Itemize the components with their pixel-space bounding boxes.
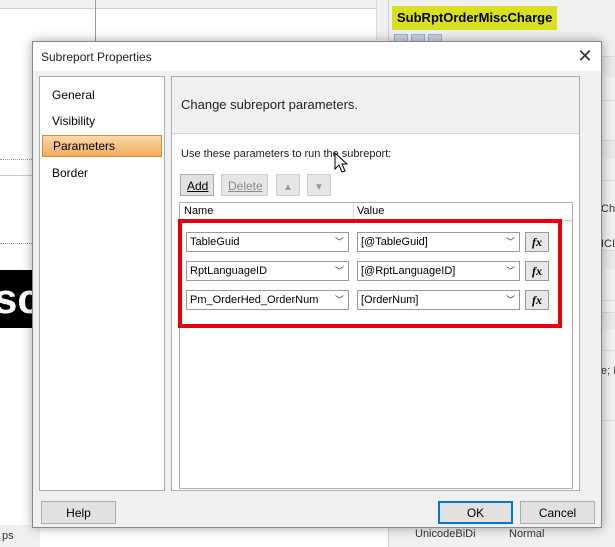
instructions-text: Use these parameters to run the subrepor… bbox=[181, 148, 392, 160]
close-icon[interactable]: ✕ bbox=[574, 45, 596, 67]
dialog-title: Subreport Properties bbox=[41, 50, 152, 64]
designer-top-strip bbox=[0, 0, 388, 9]
nav-item-general[interactable]: General bbox=[42, 84, 162, 106]
property-label-cutoff: ICI bbox=[601, 238, 615, 250]
designer-field-text: scc bbox=[0, 270, 36, 328]
delete-button-label: Delete bbox=[228, 179, 263, 193]
cancel-button[interactable]: Cancel bbox=[520, 501, 595, 524]
nav-item-visibility[interactable]: Visibility bbox=[42, 110, 162, 132]
property-label-cutoff: Cha bbox=[601, 203, 615, 215]
move-down-button[interactable]: ▼ bbox=[307, 174, 331, 196]
arrow-down-icon: ▼ bbox=[314, 182, 324, 193]
add-button-label: Add bbox=[187, 179, 209, 193]
designer-status-text: ps bbox=[0, 525, 40, 547]
move-up-button[interactable]: ▲ bbox=[276, 174, 300, 196]
column-divider[interactable] bbox=[353, 203, 354, 220]
column-header-name: Name bbox=[184, 205, 214, 217]
property-label-cutoff: e; D bbox=[601, 365, 615, 377]
properties-panel-title: SubRptOrderMiscCharge bbox=[392, 6, 558, 30]
add-button[interactable]: Add bbox=[180, 174, 214, 196]
help-button[interactable]: Help bbox=[41, 501, 116, 524]
ok-button[interactable]: OK bbox=[438, 501, 513, 524]
designer-divider bbox=[95, 0, 96, 44]
annotation-highlight-box bbox=[178, 219, 562, 328]
category-list: General Visibility Parameters Border bbox=[39, 76, 165, 491]
nav-item-border[interactable]: Border bbox=[42, 162, 162, 184]
column-header-value: Value bbox=[357, 205, 385, 217]
pane-heading: Change subreport parameters. bbox=[181, 97, 359, 112]
delete-button[interactable]: Delete bbox=[221, 174, 268, 196]
mouse-cursor-icon bbox=[334, 152, 348, 173]
nav-item-parameters[interactable]: Parameters bbox=[42, 135, 162, 157]
arrow-up-icon: ▲ bbox=[283, 182, 293, 193]
